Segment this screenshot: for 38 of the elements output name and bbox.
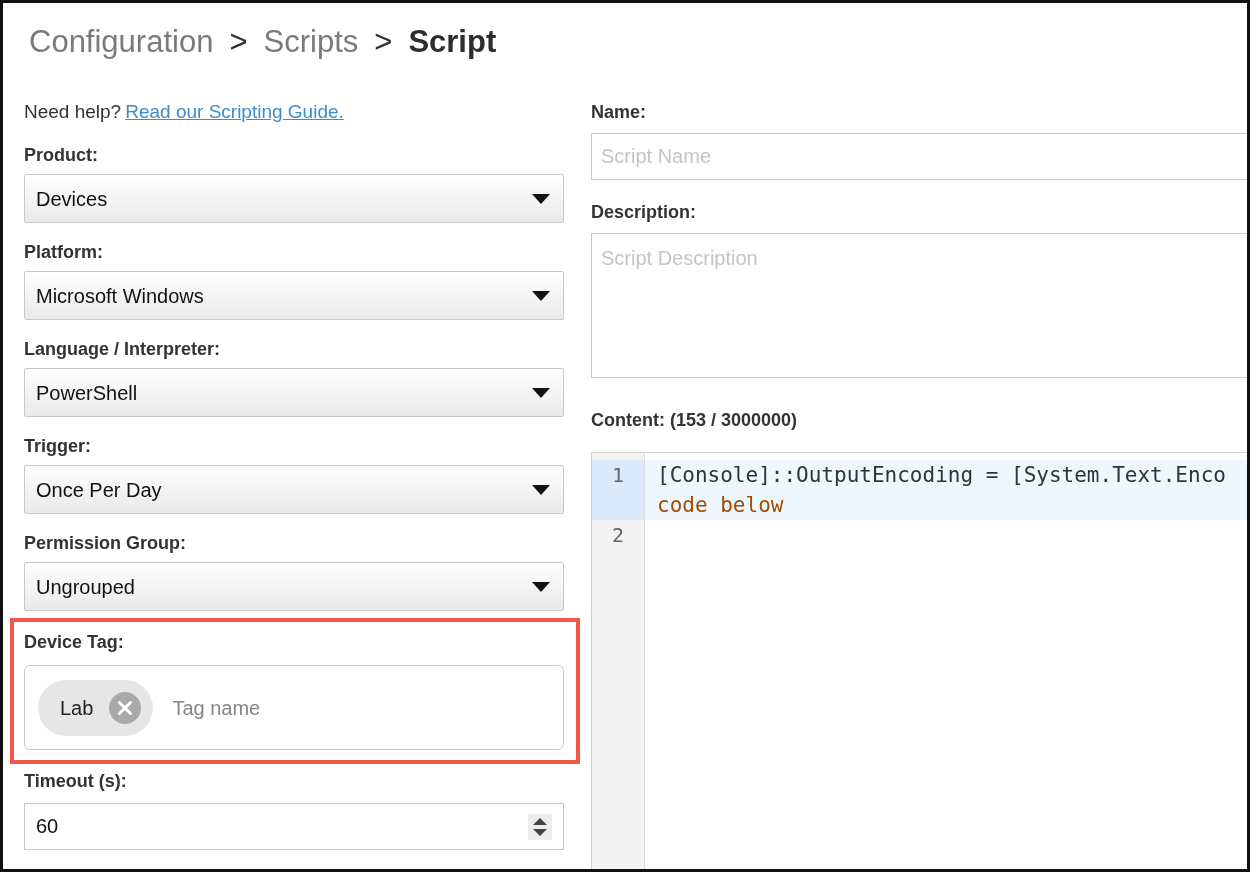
field-label: Trigger: <box>24 435 92 457</box>
text-area[interactable]: Script Description <box>591 233 1247 378</box>
field-label: Product: <box>24 144 99 166</box>
breadcrumb-link[interactable]: Configuration <box>29 22 214 62</box>
line-number: 2 <box>610 522 625 549</box>
up-down-arrows-icon[interactable] <box>528 814 552 840</box>
caret-icon <box>532 484 550 495</box>
field-label: Timeout (s): <box>24 770 128 792</box>
code-text: code below <box>657 492 784 519</box>
scripting-guide-link[interactable]: Read our Scripting Guide. <box>125 100 344 124</box>
dropdown[interactable]: Once Per Day <box>24 465 564 514</box>
tag-label: Lab <box>60 695 94 721</box>
caret-icon <box>532 387 550 398</box>
caret-icon <box>532 581 550 592</box>
field-label: Name: <box>591 101 648 123</box>
code-text: [Console]::OutputEncoding = [System.Text.Enco <box>657 462 1226 489</box>
help-text: Need help? <box>24 100 122 124</box>
dropdown[interactable]: Microsoft Windows <box>24 271 564 320</box>
breadcrumb-link[interactable]: Scripts <box>263 22 359 62</box>
dropdown[interactable]: PowerShell <box>24 368 564 417</box>
breadcrumb-separator: > <box>374 23 393 61</box>
code-editor[interactable]: 1 2 [Console]::OutputEncoding = [System.Text.Enco code below <box>591 452 1247 869</box>
caret-icon <box>532 193 550 204</box>
field-label: Permission Group: <box>24 532 188 554</box>
line-number: 1 <box>592 460 644 520</box>
dropdown[interactable]: Devices <box>24 174 564 223</box>
field-label: Platform: <box>24 241 104 263</box>
field-label: Content: (153 / 3000000) <box>591 409 799 431</box>
text-input[interactable]: Script Name <box>591 133 1247 180</box>
tag-name-input[interactable]: Tag name <box>172 692 550 723</box>
breadcrumb-separator: > <box>229 23 248 61</box>
page-title: Script <box>408 23 497 61</box>
field-label: Device Tag: <box>24 631 125 653</box>
dropdown[interactable]: Ungrouped <box>24 562 564 611</box>
number-input[interactable]: 60 <box>24 803 564 850</box>
caret-icon <box>532 290 550 301</box>
field-label: Description: <box>591 201 697 223</box>
field-label: Language / Interpreter: <box>24 338 222 360</box>
